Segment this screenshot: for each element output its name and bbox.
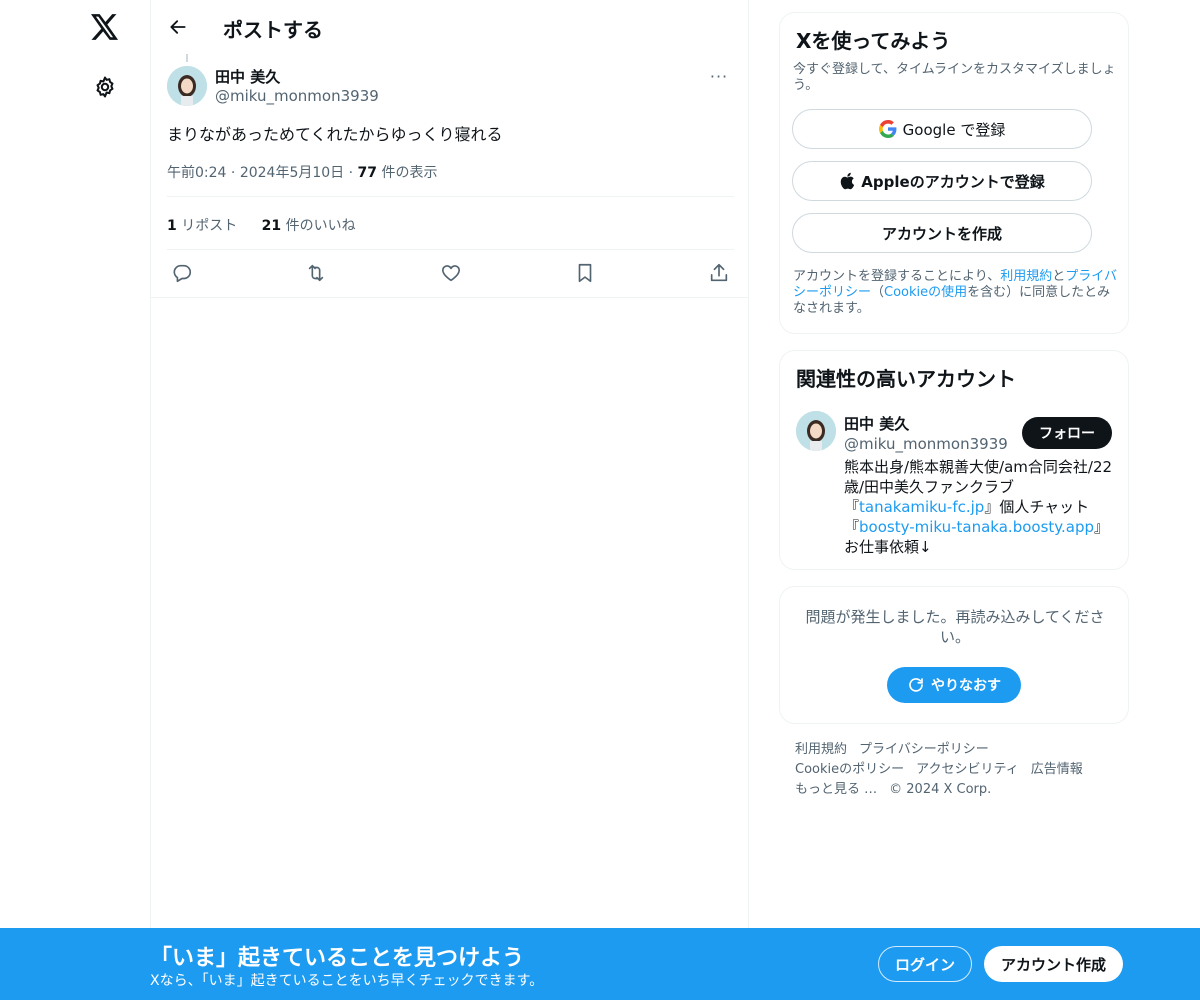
repost-stat[interactable]: 1 リポスト: [167, 215, 237, 235]
views-count: 77: [357, 165, 378, 181]
post-actions: [167, 260, 734, 284]
divider: [167, 196, 734, 197]
retry-button[interactable]: やりなおす: [887, 667, 1021, 703]
terms-link[interactable]: 利用規約: [1000, 269, 1052, 284]
repost-icon[interactable]: [301, 260, 331, 286]
arrow-left-icon[interactable]: [163, 12, 193, 42]
copyright: © 2024 X Corp.: [889, 782, 992, 797]
reposts-count: 1: [167, 218, 177, 234]
legal-text: アカウントを登録することにより、利用規約とプライバシーポリシー（Cookieの使…: [793, 269, 1118, 317]
footer-cookie-link[interactable]: Cookieのポリシー: [795, 762, 904, 777]
meta-separator: ·: [230, 165, 240, 181]
cookie-link[interactable]: Cookieの使用: [884, 285, 967, 300]
x-logo-icon[interactable]: [88, 10, 122, 44]
error-message: 問題が発生しました。再読み込みしてください。: [805, 608, 1105, 646]
legal-prefix: アカウントを登録することにより、: [793, 269, 1001, 284]
footer-privacy-link[interactable]: プライバシーポリシー: [859, 742, 989, 757]
footer-terms-link[interactable]: 利用規約: [795, 742, 847, 757]
related-accounts-card: 関連性の高いアカウント 田中 美久 @miku_monmon3939 フォロー …: [779, 350, 1129, 570]
divider: [151, 297, 749, 298]
bio-link-fanclub[interactable]: tanakamiku-fc.jp: [859, 498, 984, 516]
follow-button[interactable]: フォロー: [1022, 417, 1112, 449]
footer-links: 利用規約 プライバシーポリシー Cookieのポリシー アクセシビリティ 広告情報 も…: [795, 740, 1125, 800]
apple-signup-label: Appleのアカウントで登録: [861, 172, 1045, 191]
signup-card: Xを使ってみよう 今すぐ登録して、タイムラインをカスタマイズしましょう。 Goo…: [779, 12, 1129, 334]
signup-banner: 「いま」起きていることを見つけよう Xなら、「いま」起きていることをいち早くチェ…: [0, 928, 1200, 1000]
legal-and: と: [1052, 269, 1066, 284]
like-icon[interactable]: [436, 260, 466, 286]
post-meta: 午前0:24 · 2024年5月10日 · 77 件の表示: [167, 162, 437, 182]
post-date[interactable]: 2024年5月10日: [240, 165, 344, 181]
create-account-label: アカウントを作成: [881, 224, 1002, 243]
likes-count: 21: [261, 218, 282, 234]
retry-label: やりなおす: [931, 678, 1001, 694]
page-header: ポストする: [151, 0, 749, 54]
post-stats: 1 リポスト 21 件のいいね: [167, 215, 376, 235]
left-nav: [0, 0, 150, 1000]
page-title: ポストする: [223, 18, 323, 42]
login-button[interactable]: ログイン: [878, 946, 972, 982]
share-icon[interactable]: [704, 260, 734, 286]
more-options-icon[interactable]: ···: [704, 64, 734, 88]
avatar[interactable]: [796, 411, 836, 451]
divider: [167, 249, 734, 250]
author-name[interactable]: 田中 美久: [215, 66, 280, 87]
refresh-icon: [909, 678, 923, 692]
author-handle[interactable]: @miku_monmon3939: [215, 87, 379, 105]
avatar[interactable]: [167, 66, 207, 106]
footer-more-link[interactable]: もっと見る …: [795, 782, 877, 797]
google-signup-button[interactable]: Google で登録: [792, 109, 1092, 149]
related-bio: 熊本出身/熊本親善大使/am合同会社/22歳/田中美久ファンクラブ『tanaka…: [844, 457, 1116, 557]
views-label: 件の表示: [381, 165, 438, 181]
bio-link-boosty[interactable]: boosty-miku-tanaka.boosty.app: [859, 518, 1094, 536]
post-text: まりながあっためてくれたからゆっくり寝れる: [167, 125, 503, 144]
likes-label: 件のいいね: [285, 218, 356, 234]
create-account-button[interactable]: アカウントを作成: [792, 213, 1092, 253]
reposts-label: リポスト: [181, 218, 238, 234]
banner-create-account-button[interactable]: アカウント作成: [984, 946, 1123, 982]
main-column: ポストする 田中 美久 @miku_monmon3939 ··· まりながあった…: [150, 0, 749, 1000]
signup-title: Xを使ってみよう: [796, 29, 951, 53]
apple-icon: [839, 172, 855, 190]
related-name[interactable]: 田中 美久: [844, 413, 909, 434]
meta-separator: ·: [348, 165, 358, 181]
google-signup-label: Google で登録: [902, 120, 1006, 139]
bookmark-icon[interactable]: [570, 260, 600, 286]
error-card: 問題が発生しました。再読み込みしてください。 やりなおす: [779, 586, 1129, 724]
reply-icon[interactable]: [167, 260, 197, 286]
thread-line: [186, 54, 188, 62]
footer-accessibility-link[interactable]: アクセシビリティ: [916, 762, 1019, 777]
signup-subtitle: 今すぐ登録して、タイムラインをカスタマイズしましょう。: [793, 62, 1116, 93]
apple-signup-button[interactable]: Appleのアカウントで登録: [792, 161, 1092, 201]
banner-subtitle: Xなら、「いま」起きていることをいち早くチェックできます。: [150, 973, 544, 989]
banner-title: 「いま」起きていることを見つけよう: [150, 946, 525, 971]
gear-icon[interactable]: [90, 72, 120, 102]
post-time[interactable]: 午前0:24: [167, 165, 226, 181]
like-stat[interactable]: 21 件のいいね: [262, 215, 356, 235]
related-title: 関連性の高いアカウント: [796, 367, 1016, 391]
legal-paren: （: [871, 285, 885, 300]
related-handle[interactable]: @miku_monmon3939: [844, 435, 1008, 453]
google-icon: [878, 120, 897, 138]
footer-ads-link[interactable]: 広告情報: [1031, 762, 1083, 777]
